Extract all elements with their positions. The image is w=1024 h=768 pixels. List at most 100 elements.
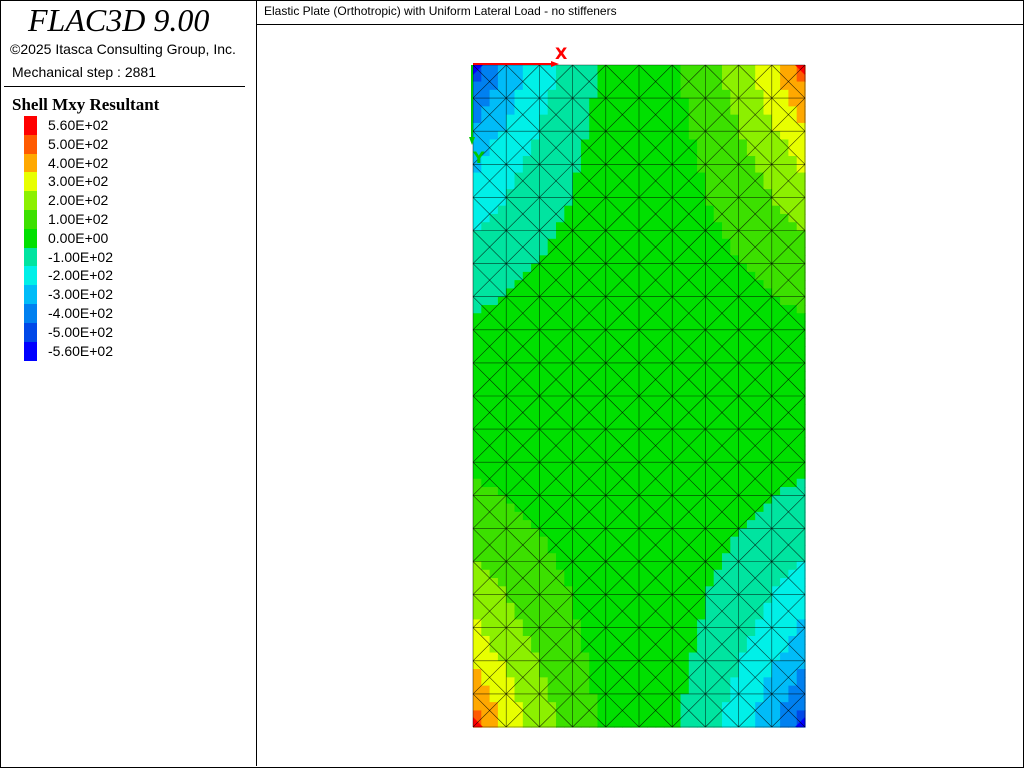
contour-cell [605,321,615,331]
contour-cell [730,106,740,116]
contour-cell [580,677,590,687]
contour-cell [614,247,623,256]
contour-cell [746,627,756,637]
contour-cell [531,396,540,405]
contour-cell [738,536,748,546]
contour-cell [489,131,499,141]
contour-cell [730,197,740,207]
contour-cell [489,536,499,546]
contour-cell [796,503,806,513]
contour-cell [722,362,731,372]
contour-cell [796,205,806,215]
contour-cell [589,627,599,637]
contour-cell [597,660,607,670]
contour-cell [639,172,648,182]
contour-cell [771,213,781,223]
contour-cell [647,478,657,488]
contour-cell [497,495,507,505]
contour-cell [622,338,632,347]
contour-cell [647,288,657,298]
contour-cell [763,635,773,645]
contour-cell [605,313,615,323]
contour-cell [514,156,524,165]
contour-cell [639,677,648,687]
contour-cell [722,73,731,83]
contour-cell [630,247,640,256]
contour-cell [489,122,499,132]
contour-cell [655,470,665,480]
contour-cell [506,255,516,265]
contour-cell [614,81,623,91]
contour-cell [506,511,516,521]
contour-cell [788,660,798,670]
contour-cell [672,255,682,265]
contour-cell [647,321,657,331]
contour-cell [630,462,640,472]
contour-cell [780,412,789,422]
contour-cell [506,338,516,347]
contour-cell [722,404,731,414]
contour-cell [647,280,657,290]
contour-cell [672,420,682,430]
contour-cell [738,478,748,488]
contour-cell [796,594,806,604]
contour-cell [755,73,765,83]
contour-cell [722,156,731,165]
contour-cell [655,520,665,530]
contour-cell [688,685,698,695]
contour-cell [489,619,499,629]
contour-cell [481,396,491,405]
contour-cell [771,478,781,488]
contour-cell [630,429,640,438]
contour-cell [614,528,623,538]
contour-cell [771,470,781,480]
contour-cell [506,321,516,331]
contour-cell [697,164,706,174]
contour-plot[interactable]: XY [257,25,1023,767]
contour-cell [763,172,773,182]
contour-cell [514,693,524,703]
contour-cell [481,611,491,621]
contour-cell [630,139,640,149]
contour-cell [780,65,789,74]
contour-cell [713,652,723,662]
contour-cell [771,553,781,563]
contour-cell [697,73,706,83]
contour-cell [622,304,632,314]
contour-cell [614,594,623,604]
contour-cell [705,677,715,687]
contour-cell [506,702,516,712]
contour-cell [622,106,632,116]
contour-cell [556,635,565,645]
contour-cell [697,271,706,281]
contour-cell [589,569,599,579]
contour-cell [755,635,765,645]
contour-cell [473,453,482,463]
contour-cell [506,147,516,157]
contour-cell [580,578,590,587]
contour-cell [755,172,765,182]
contour-cell [622,561,632,571]
contour-cell [589,652,599,662]
contour-cell [481,586,491,596]
plot-viewport[interactable]: XY [257,25,1023,767]
contour-cell [473,106,482,116]
contour-cell [688,387,698,397]
legend-label: -2.00E+02 [48,267,113,284]
contour-cell [580,98,590,107]
contour-cell [622,189,632,199]
contour-cell [622,329,632,339]
contour-cell [788,106,798,116]
contour-cell [672,619,682,629]
contour-cell [697,379,706,389]
contour-cell [713,710,723,720]
contour-cell [622,139,632,149]
contour-cell [489,627,499,637]
contour-cell [763,139,773,149]
contour-cell [780,263,789,273]
contour-cell [539,511,549,521]
legend-swatch [24,153,37,173]
contour-cell [780,379,789,389]
contour-cell [506,685,516,695]
contour-cell [547,453,557,463]
